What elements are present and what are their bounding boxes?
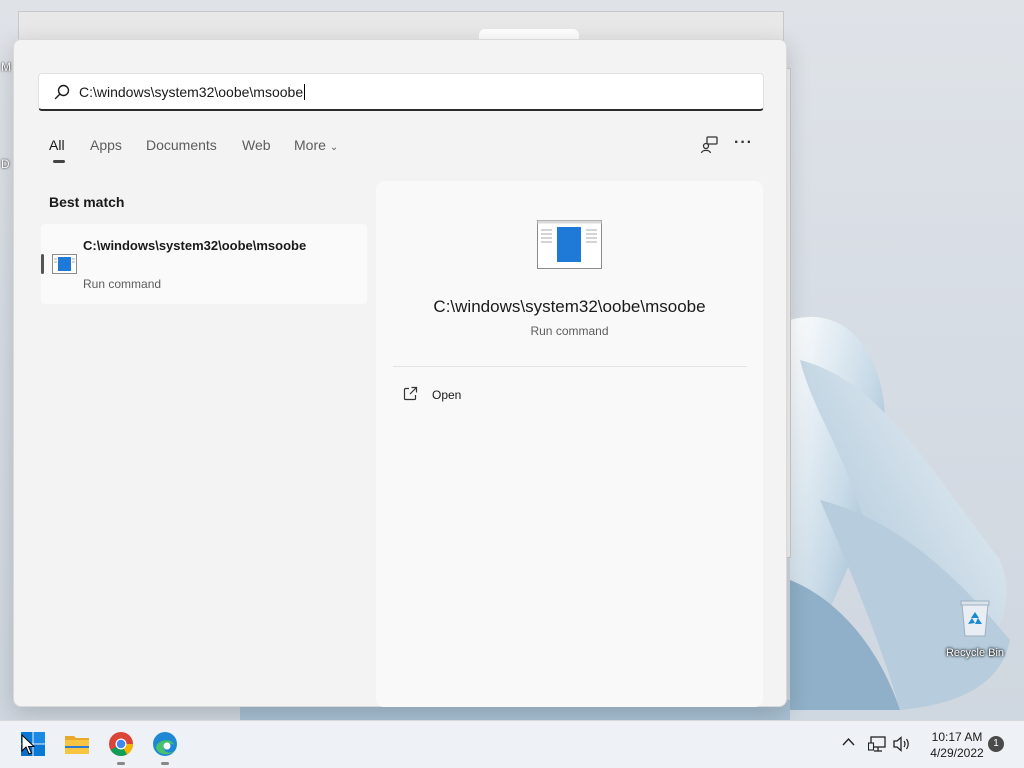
- notification-badge[interactable]: 1: [988, 736, 1004, 752]
- active-tab-indicator: [53, 160, 65, 163]
- best-match-result[interactable]: C:\windows\system32\oobe\msoobe Run comm…: [41, 224, 367, 304]
- tab-apps[interactable]: Apps: [90, 137, 122, 153]
- clock-time: 10:17 AM: [931, 730, 983, 744]
- detail-subtitle: Run command: [530, 324, 609, 338]
- run-command-icon: [52, 254, 77, 274]
- mouse-cursor-icon: [21, 734, 35, 755]
- detail-title: C:\windows\system32\oobe\msoobe: [433, 297, 706, 316]
- chrome-icon[interactable]: [108, 731, 134, 757]
- recycle-bin-icon: [960, 600, 990, 637]
- tab-more[interactable]: More ⌄: [294, 137, 338, 153]
- recycle-bin-shortcut[interactable]: Recycle Bin: [942, 598, 1008, 659]
- open-label: Open: [432, 388, 462, 402]
- tab-more-label: More: [294, 137, 326, 153]
- open-external-icon: [403, 386, 418, 401]
- start-search-panel: C:\windows\system32\oobe\msoobe All Apps…: [13, 39, 787, 707]
- best-match-heading: Best match: [49, 194, 125, 210]
- selection-indicator: [41, 254, 44, 274]
- edge-icon[interactable]: [152, 731, 178, 757]
- run-command-large-icon: [537, 220, 602, 269]
- network-icon[interactable]: [868, 735, 888, 753]
- recycle-bin-label: Recycle Bin: [945, 647, 1005, 659]
- more-options-button[interactable]: ···: [734, 134, 753, 152]
- show-hidden-icons-button[interactable]: [842, 735, 855, 750]
- search-input[interactable]: C:\windows\system32\oobe\msoobe: [38, 73, 764, 111]
- tab-web[interactable]: Web: [242, 137, 271, 153]
- result-subtitle: Run command: [83, 277, 162, 291]
- result-detail-pane: C:\windows\system32\oobe\msoobe Run comm…: [376, 181, 763, 707]
- desktop-icon-label-fragment: M: [1, 60, 11, 74]
- clock[interactable]: 10:17 AM 4/29/2022: [918, 729, 996, 761]
- background-window-tabs: [19, 12, 783, 42]
- running-indicator: [161, 762, 169, 765]
- running-indicator: [117, 762, 125, 765]
- tab-documents[interactable]: Documents: [146, 137, 217, 153]
- chevron-up-icon: [842, 737, 855, 746]
- share-device-icon[interactable]: [700, 135, 720, 155]
- search-icon: [54, 84, 70, 100]
- volume-icon[interactable]: [892, 735, 912, 753]
- desktop-icon-label-fragment: D: [1, 157, 10, 171]
- tab-all[interactable]: All: [49, 137, 65, 153]
- search-query-text: C:\windows\system32\oobe\msoobe: [79, 84, 306, 100]
- result-title: C:\windows\system32\oobe\msoobe: [83, 238, 307, 253]
- chevron-down-icon: ⌄: [329, 142, 339, 153]
- clock-date: 4/29/2022: [930, 746, 984, 760]
- divider: [393, 366, 747, 367]
- taskbar: 10:17 AM 4/29/2022 1: [0, 720, 1024, 768]
- search-filter-tabs: All Apps Documents Web More ⌄: [49, 137, 749, 167]
- open-button[interactable]: Open: [402, 386, 602, 408]
- folder-icon[interactable]: [64, 731, 90, 757]
